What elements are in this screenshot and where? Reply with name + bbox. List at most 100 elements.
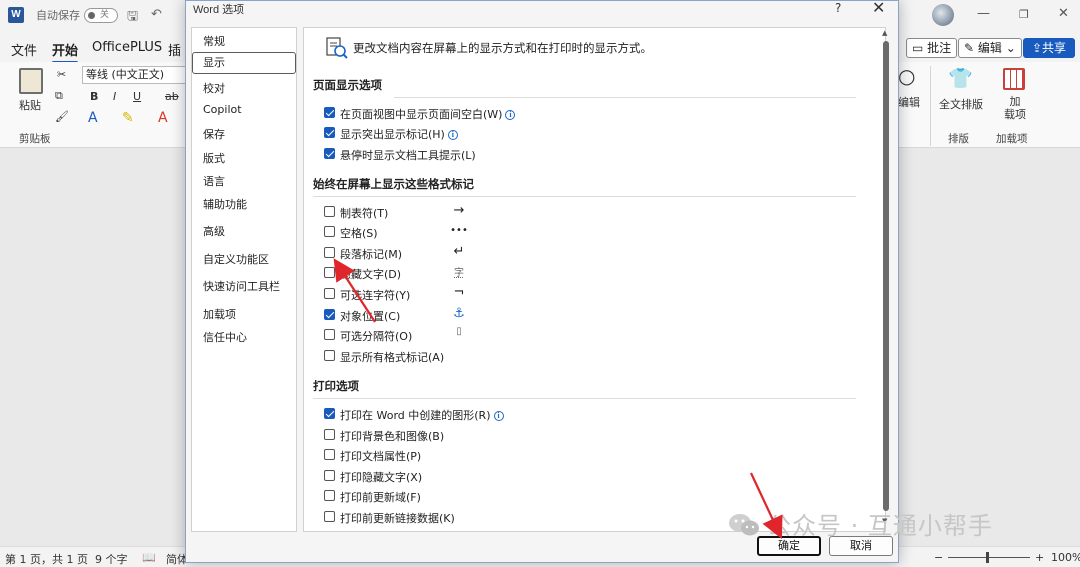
proofing-icon[interactable]: 📖 bbox=[142, 551, 156, 564]
checkbox[interactable] bbox=[324, 449, 335, 460]
nav-item-display[interactable]: 显示 bbox=[192, 52, 296, 74]
checkbox[interactable] bbox=[324, 127, 335, 138]
page-count[interactable]: 第 1 页，共 1 页 bbox=[5, 551, 88, 567]
option-label: 空格(S) bbox=[340, 227, 378, 240]
nav-item-quick-access[interactable]: 快速访问工具栏 bbox=[203, 278, 280, 294]
checkbox[interactable] bbox=[324, 226, 335, 237]
format-marks-heading: 始终在屏幕上显示这些格式标记 bbox=[313, 177, 474, 191]
italic-icon[interactable]: I bbox=[113, 90, 116, 103]
nav-item-typography[interactable]: 版式 bbox=[203, 150, 225, 166]
strikethrough-icon[interactable]: ab bbox=[165, 90, 179, 103]
nav-item-trust-center[interactable]: 信任中心 bbox=[203, 329, 247, 345]
fulltext-layout-icon[interactable]: 👕 bbox=[948, 66, 973, 90]
panel-intro: 更改文档内容在屏幕上的显示方式和在打印时的显示方式。 bbox=[353, 41, 652, 55]
addins-label[interactable]: 加 载项 bbox=[1004, 95, 1026, 121]
addins-group-label: 加载项 bbox=[996, 133, 1028, 145]
dialog-title: Word 选项 bbox=[193, 4, 245, 16]
nav-item-accessibility[interactable]: 辅助功能 bbox=[203, 196, 247, 212]
checkbox[interactable] bbox=[324, 247, 335, 258]
find-icon[interactable]: ○ bbox=[898, 64, 915, 88]
nav-item-copilot[interactable]: Copilot bbox=[203, 103, 242, 116]
checkbox[interactable] bbox=[324, 288, 335, 299]
nav-item-addins[interactable]: 加载项 bbox=[203, 306, 236, 322]
option-label: 可选分隔符(O) bbox=[340, 330, 413, 343]
checkbox[interactable] bbox=[324, 511, 335, 522]
zoom-level[interactable]: 100% bbox=[1051, 551, 1080, 564]
tab-officeplus[interactable]: OfficePLUS bbox=[92, 40, 162, 55]
nav-item-language[interactable]: 语言 bbox=[203, 173, 225, 189]
scroll-up-icon[interactable]: ▲ bbox=[882, 29, 887, 37]
paragraph-mark-icon: ↵ bbox=[453, 244, 465, 259]
highlight-icon[interactable]: ✎ bbox=[122, 110, 134, 126]
checkbox[interactable] bbox=[324, 148, 335, 159]
zoom-out-icon[interactable]: − bbox=[934, 551, 943, 564]
option-label: 打印在 Word 中创建的图形(R) bbox=[340, 409, 491, 422]
zoom-in-icon[interactable]: + bbox=[1035, 551, 1044, 564]
hidden-text-mark-icon: 字 bbox=[454, 268, 464, 279]
nav-item-save[interactable]: 保存 bbox=[203, 126, 225, 142]
checkbox[interactable] bbox=[324, 490, 335, 501]
copy-icon[interactable]: ⧉ bbox=[55, 89, 63, 103]
section-divider bbox=[394, 97, 856, 98]
comment-button[interactable]: ▭ 批注 bbox=[906, 38, 958, 58]
maximize-button[interactable]: ❐ bbox=[1019, 8, 1029, 21]
info-icon[interactable]: i bbox=[505, 110, 516, 120]
underline-icon[interactable]: U bbox=[133, 90, 141, 103]
fulltext-layout-label[interactable]: 全文排版 bbox=[939, 96, 983, 112]
paste-icon[interactable] bbox=[19, 68, 43, 94]
checkbox[interactable] bbox=[324, 408, 335, 419]
nav-item-customize-ribbon[interactable]: 自定义功能区 bbox=[203, 251, 269, 267]
checkbox[interactable] bbox=[324, 107, 335, 118]
addins-icon[interactable] bbox=[1003, 68, 1025, 90]
wechat-icon bbox=[729, 514, 759, 536]
share-button[interactable]: ⇪共享 bbox=[1023, 38, 1075, 58]
window-close-button[interactable]: ✕ bbox=[1058, 6, 1069, 21]
editing-mode-button[interactable]: ✎ 编辑 ⌄ bbox=[958, 38, 1022, 58]
word-app-icon: W bbox=[8, 7, 24, 23]
font-color-icon[interactable]: A bbox=[158, 110, 168, 126]
format-painter-icon[interactable]: 🖌 bbox=[55, 110, 69, 123]
scrollbar-thumb[interactable] bbox=[883, 41, 889, 511]
paste-label[interactable]: 粘贴 bbox=[19, 97, 41, 113]
section-divider bbox=[313, 196, 856, 197]
dialog-close-button[interactable]: ✕ bbox=[872, 0, 885, 17]
help-button[interactable]: ? bbox=[835, 1, 841, 15]
checkbox[interactable] bbox=[324, 309, 335, 320]
panel-scrollbar[interactable]: ▲ ▼ bbox=[880, 29, 892, 529]
pencil-icon: ✎ bbox=[964, 41, 978, 55]
checkbox[interactable] bbox=[324, 429, 335, 440]
nav-item-proofing[interactable]: 校对 bbox=[203, 80, 225, 96]
checkbox[interactable] bbox=[324, 267, 335, 278]
zoom-slider-thumb[interactable] bbox=[986, 552, 989, 563]
display-settings-icon bbox=[326, 37, 348, 59]
tab-home[interactable]: 开始 bbox=[52, 40, 79, 64]
editing-group-label[interactable]: 编辑 bbox=[898, 94, 920, 110]
text-effects-icon[interactable]: A bbox=[88, 110, 98, 126]
checkbox[interactable] bbox=[324, 350, 335, 361]
tab-file[interactable]: 文件 bbox=[11, 40, 37, 59]
word-count[interactable]: 9 个字 bbox=[95, 551, 128, 567]
autosave-toggle[interactable]: 关 bbox=[84, 8, 118, 23]
undo-icon[interactable]: ↶ bbox=[151, 7, 162, 22]
user-avatar[interactable] bbox=[932, 4, 954, 26]
font-name-field[interactable]: 等线 (中文正文) bbox=[82, 66, 186, 84]
nav-item-advanced[interactable]: 高级 bbox=[203, 223, 225, 239]
tab-insert[interactable]: 插 bbox=[168, 40, 181, 59]
tab-mark-icon: → bbox=[453, 203, 465, 218]
option-label: 打印前更新域(F) bbox=[340, 491, 421, 504]
option-label: 段落标记(M) bbox=[340, 248, 403, 261]
minimize-button[interactable]: — bbox=[977, 6, 990, 21]
anchor-icon: ⚓ bbox=[453, 306, 465, 321]
checkbox[interactable] bbox=[324, 329, 335, 340]
info-icon[interactable]: i bbox=[447, 130, 458, 140]
checkbox[interactable] bbox=[324, 470, 335, 481]
bold-icon[interactable]: B bbox=[90, 90, 98, 103]
save-icon[interactable]: 🖫 bbox=[127, 7, 138, 29]
info-icon[interactable]: i bbox=[493, 411, 504, 421]
cut-icon[interactable]: ✂ bbox=[57, 68, 66, 81]
word-options-dialog: Word 选项 ? ✕ 常规 显示 校对 Copilot 保存 版式 语言 辅助… bbox=[185, 0, 899, 563]
watermark: 公众号 · 互通小帮手 bbox=[727, 506, 993, 541]
nav-item-general[interactable]: 常规 bbox=[203, 33, 225, 49]
checkbox[interactable] bbox=[324, 206, 335, 217]
zoom-slider[interactable] bbox=[948, 557, 1030, 558]
